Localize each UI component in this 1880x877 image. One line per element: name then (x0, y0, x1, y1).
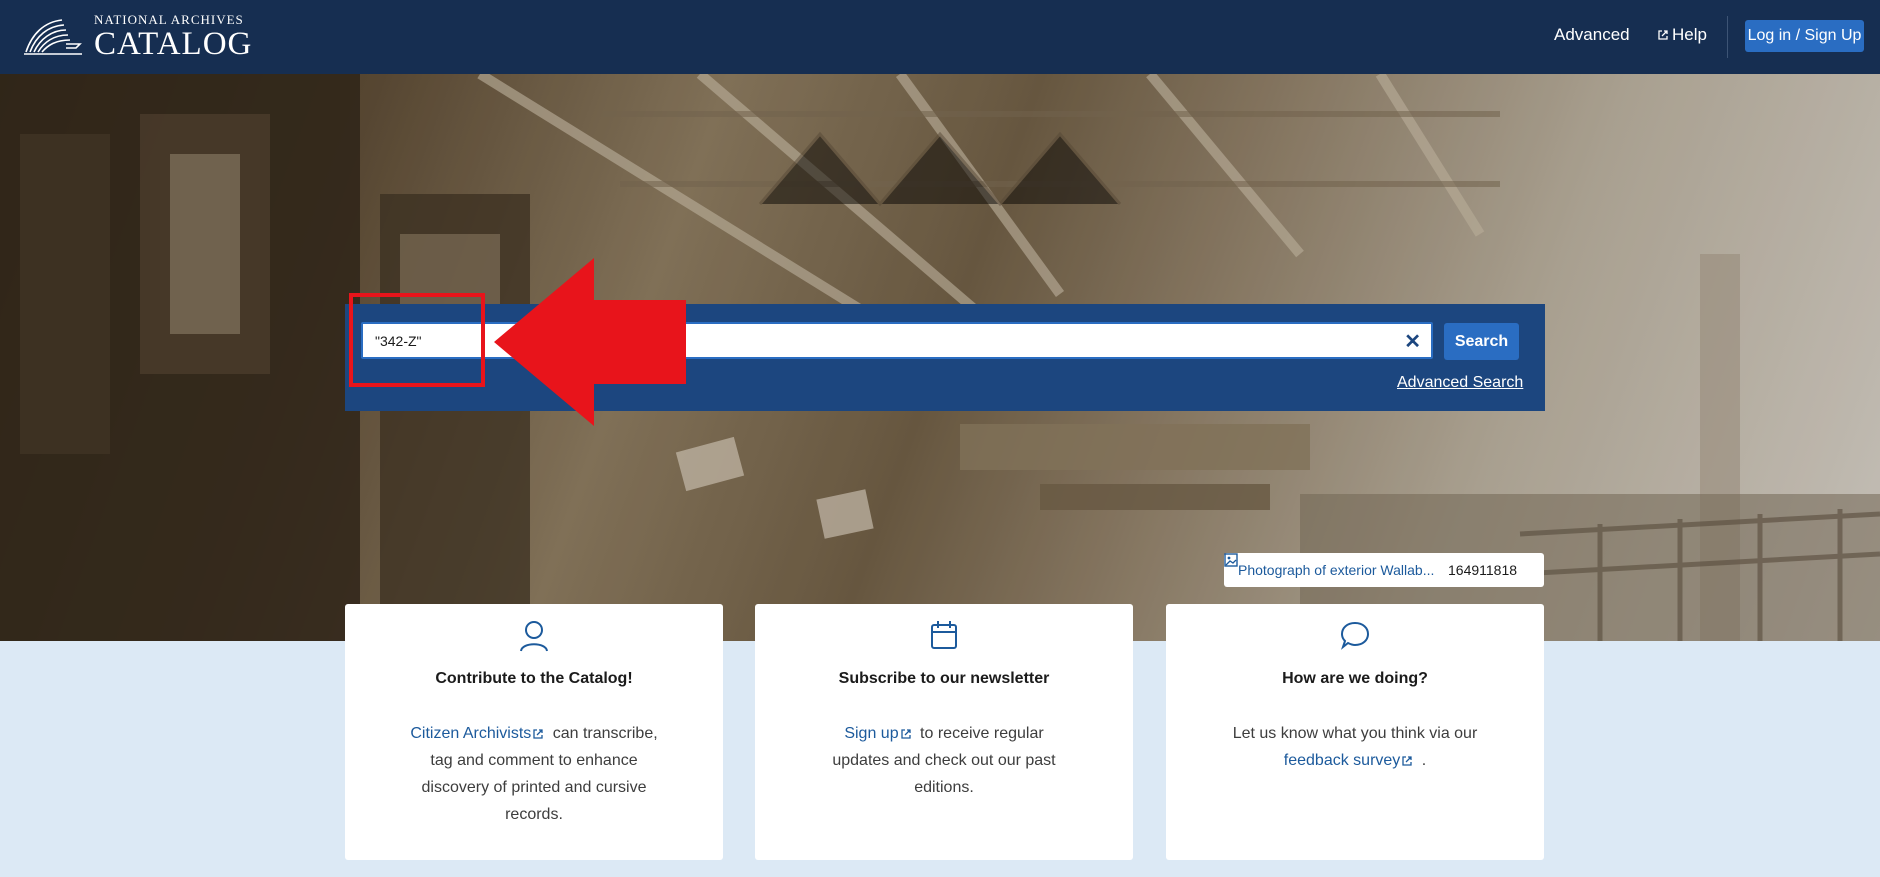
external-link-icon (1658, 30, 1668, 40)
eagle-icon (24, 19, 82, 55)
external-link-icon (533, 729, 543, 739)
photo-caption: Photograph of exterior Wallab... 1649118… (1224, 553, 1544, 587)
nav-help-link[interactable]: Help (1657, 25, 1707, 45)
sign-up-link[interactable]: Sign up (844, 725, 898, 742)
card-body: Let us know what you think via our feedb… (1226, 720, 1484, 774)
card-body: Citizen Archivists can transcribe, tag a… (405, 720, 663, 828)
nav-advanced-link[interactable]: Advanced (1554, 25, 1630, 45)
newsletter-card: Subscribe to our newsletter Sign up to r… (755, 604, 1133, 860)
card-text: . (1421, 752, 1427, 769)
citizen-archivists-link[interactable]: Citizen Archivists (410, 725, 531, 742)
feedback-survey-link[interactable]: feedback survey (1284, 752, 1401, 769)
external-link-icon (900, 729, 911, 739)
search-button[interactable]: Search (1444, 323, 1519, 360)
chat-bubble-icon (1340, 621, 1370, 650)
card-text-prefix: Let us know what you think via our (1232, 725, 1478, 742)
national-archives-logo[interactable]: NATIONAL ARCHIVES CATALOG (22, 10, 252, 62)
clear-search-icon[interactable]: ✕ (1404, 329, 1421, 354)
annotation-highlight-box (349, 293, 485, 387)
image-icon (1224, 553, 1238, 567)
card-body: Sign up to receive regular updates and c… (815, 720, 1073, 801)
calendar-icon (931, 621, 957, 649)
login-signup-button[interactable]: Log in / Sign Up (1745, 20, 1864, 52)
photo-id: 164911818 (1448, 562, 1518, 578)
external-link-icon (1402, 756, 1412, 766)
nav-help-label: Help (1672, 25, 1707, 44)
photo-caption-link[interactable]: Photograph of exterior Wallab... (1238, 562, 1438, 578)
card-title: How are we doing? (1282, 670, 1428, 687)
site-header: NATIONAL ARCHIVES CATALOG Advanced Help … (0, 0, 1880, 74)
annotation-arrow-icon (494, 258, 686, 426)
card-title: Contribute to the Catalog! (435, 670, 633, 687)
contribute-card: Contribute to the Catalog! Citizen Archi… (345, 604, 723, 860)
user-icon (520, 621, 548, 652)
card-title: Subscribe to our newsletter (838, 670, 1050, 687)
logo-title: CATALOG (94, 26, 253, 62)
advanced-search-link[interactable]: Advanced Search (1397, 374, 1523, 392)
hero-background-photo: "342-Z" ✕ Search Advanced Search Photogr… (0, 74, 1880, 641)
feedback-card: How are we doing? Let us know what you t… (1166, 604, 1544, 860)
nav-divider (1727, 16, 1728, 58)
